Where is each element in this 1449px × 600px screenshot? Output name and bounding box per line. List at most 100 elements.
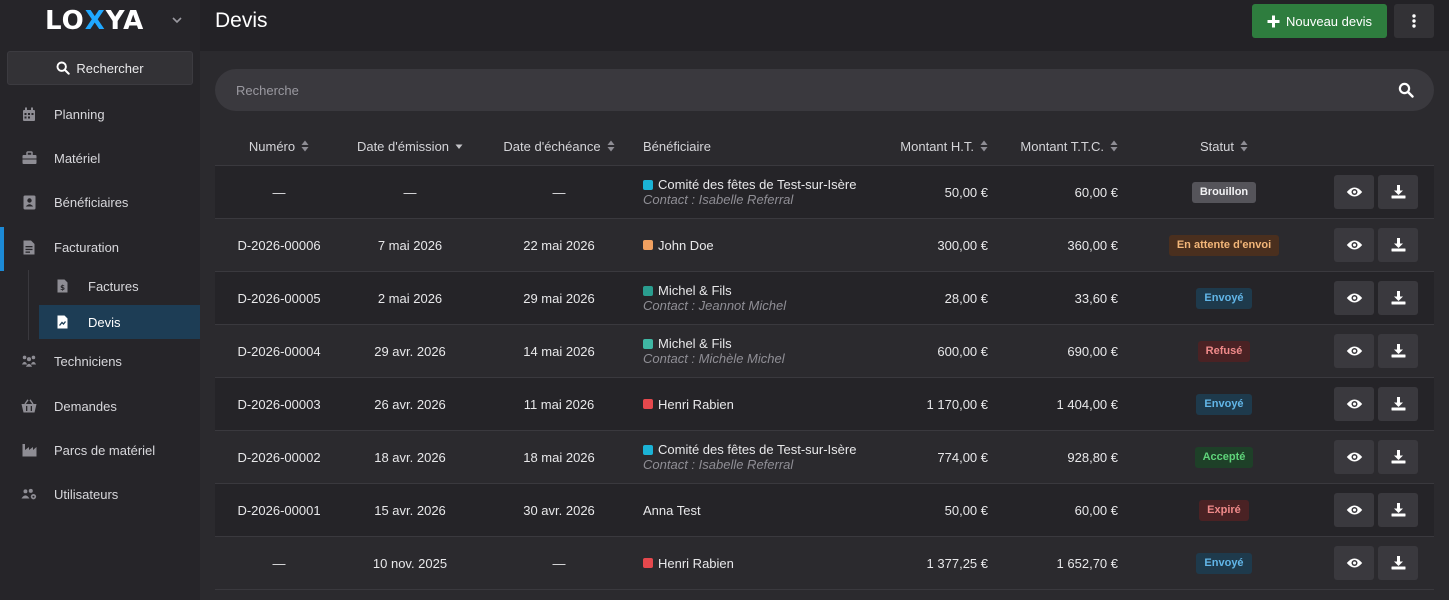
download-button[interactable] (1378, 440, 1418, 474)
beneficiary-contact: Contact : Jeannot Michel (643, 298, 787, 313)
invoice-dollar-icon: $ (55, 278, 69, 294)
download-button[interactable] (1378, 546, 1418, 580)
search-input[interactable] (236, 69, 1386, 111)
cell-date-echeance: — (552, 555, 566, 571)
table-row: — — — Comité des fêtes de Test-sur-Isère Con… (215, 166, 1434, 219)
download-button[interactable] (1378, 334, 1418, 368)
chevron-down-icon[interactable] (170, 13, 184, 27)
sort-icon (1240, 140, 1248, 152)
eye-icon (1346, 399, 1362, 409)
view-button[interactable] (1334, 546, 1374, 580)
beneficiary-color-dot (643, 179, 653, 190)
page-title: Devis (215, 9, 268, 32)
table-header: Numéro Date d'émission Date d'échéance B… (215, 126, 1434, 166)
sort-icon (301, 140, 309, 152)
logo-row[interactable]: LO X YA (0, 0, 200, 42)
view-button[interactable] (1334, 387, 1374, 421)
column-label: Montant H.T. (900, 138, 974, 154)
sidebar-item-facturation[interactable]: Facturation (0, 227, 200, 271)
cell-date-emission: — (403, 184, 417, 200)
table-row: D-2026-00004 29 avr. 2026 14 mai 2026 Miche… (215, 325, 1434, 378)
more-actions-button[interactable] (1394, 4, 1434, 38)
download-button[interactable] (1378, 387, 1418, 421)
column-label: Bénéficiaire (643, 138, 711, 154)
column-header-montant-ttc[interactable]: Montant T.T.C. (988, 126, 1118, 166)
beneficiary-name: Michel & Fils (658, 283, 732, 298)
column-label: Statut (1200, 138, 1234, 154)
sidebar-item-utilisateurs[interactable]: Utilisateurs (0, 474, 200, 514)
status-badge: Refusé (1197, 340, 1251, 362)
eye-icon (1346, 240, 1362, 250)
column-header-numero[interactable]: Numéro (215, 126, 343, 166)
eye-icon (1346, 346, 1362, 356)
sidebar-item-techniciens[interactable]: Techniciens (0, 341, 200, 381)
view-button[interactable] (1334, 175, 1374, 209)
new-quote-label: Nouveau devis (1286, 13, 1372, 29)
new-quote-button[interactable]: Nouveau devis (1252, 4, 1387, 38)
download-button[interactable] (1378, 493, 1418, 527)
view-button[interactable] (1334, 440, 1374, 474)
view-button[interactable] (1334, 228, 1374, 262)
eye-icon (1346, 293, 1362, 303)
sidebar: LO X YA Rechercher Planning Matériel Bénéf… (0, 0, 200, 600)
beneficiary-color-dot (643, 444, 653, 455)
table-row: — 10 nov. 2025 — Henri Rabien 1 377,25 € 1 65… (215, 537, 1434, 590)
status-badge: Envoyé (1196, 287, 1252, 309)
cell-date-echeance: — (552, 184, 566, 200)
sidebar-subitem-devis[interactable]: Devis (39, 305, 200, 339)
download-icon (1391, 291, 1405, 305)
eye-icon (1346, 452, 1362, 462)
cell-montant-ht: 50,00 € (944, 184, 988, 200)
cell-statut: Envoyé (1143, 272, 1305, 324)
eye-icon (1346, 558, 1362, 568)
beneficiary-color-dot (643, 558, 653, 568)
sidebar-item-planning[interactable]: Planning (0, 94, 200, 134)
download-button[interactable] (1378, 175, 1418, 209)
cell-montant-ttc: 690,00 € (1067, 343, 1118, 359)
beneficiary-name: John Doe (658, 237, 714, 253)
sidebar-subitem-factures[interactable]: $ Factures (39, 269, 200, 303)
beneficiary-color-dot (643, 240, 653, 250)
sidebar-item-label: Demandes (54, 398, 117, 414)
beneficiary-contact: Contact : Isabelle Referral (643, 457, 794, 472)
sidebar-search-button[interactable]: Rechercher (7, 51, 193, 85)
column-header-date-echeance[interactable]: Date d'échéance (477, 126, 641, 166)
view-button[interactable] (1334, 493, 1374, 527)
column-header-date-emission[interactable]: Date d'émission (343, 126, 477, 166)
cell-montant-ht: 600,00 € (937, 343, 988, 359)
cell-montant-ttc: 33,60 € (1074, 290, 1118, 306)
cell-montant-ttc: 360,00 € (1067, 237, 1118, 253)
address-book-icon (21, 194, 37, 210)
sidebar-item-demandes[interactable]: Demandes (0, 386, 200, 426)
sort-icon (1110, 140, 1118, 152)
sidebar-search-label: Rechercher (76, 60, 144, 76)
status-badge: Accepté (1194, 446, 1254, 468)
sidebar-item-beneficiaires[interactable]: Bénéficiaires (0, 182, 200, 222)
cell-montant-ttc: 1 652,70 € (1056, 555, 1118, 571)
status-badge: En attente d'envoi (1168, 234, 1280, 256)
column-label: Date d'échéance (503, 138, 601, 154)
invoice-icon (21, 239, 37, 255)
beneficiary-name: Comité des fêtes de Test-sur-Isère (658, 442, 857, 457)
download-button[interactable] (1378, 281, 1418, 315)
people-icon (21, 353, 37, 369)
search-icon[interactable] (1398, 82, 1414, 98)
beneficiary-color-dot (643, 285, 653, 296)
beneficiary-color-dot (643, 399, 653, 409)
sidebar-item-label: Bénéficiaires (54, 194, 129, 210)
column-header-statut[interactable]: Statut (1143, 126, 1305, 166)
search-icon (56, 61, 71, 75)
table-row: D-2026-00005 2 mai 2026 29 mai 2026 Michel … (215, 272, 1434, 325)
column-header-montant-ht[interactable]: Montant H.T. (855, 126, 988, 166)
sidebar-item-parcs[interactable]: Parcs de matériel (0, 430, 200, 470)
cell-montant-ht: 300,00 € (937, 237, 988, 253)
cell-date-echeance: 22 mai 2026 (523, 237, 595, 253)
sidebar-item-label: Matériel (54, 150, 101, 166)
submenu-guide-line (28, 270, 29, 340)
users-cog-icon (21, 486, 37, 502)
sidebar-item-materiel[interactable]: Matériel (0, 138, 200, 178)
download-button[interactable] (1378, 228, 1418, 262)
view-button[interactable] (1334, 281, 1374, 315)
view-button[interactable] (1334, 334, 1374, 368)
cell-montant-ht: 1 377,25 € (926, 555, 988, 571)
